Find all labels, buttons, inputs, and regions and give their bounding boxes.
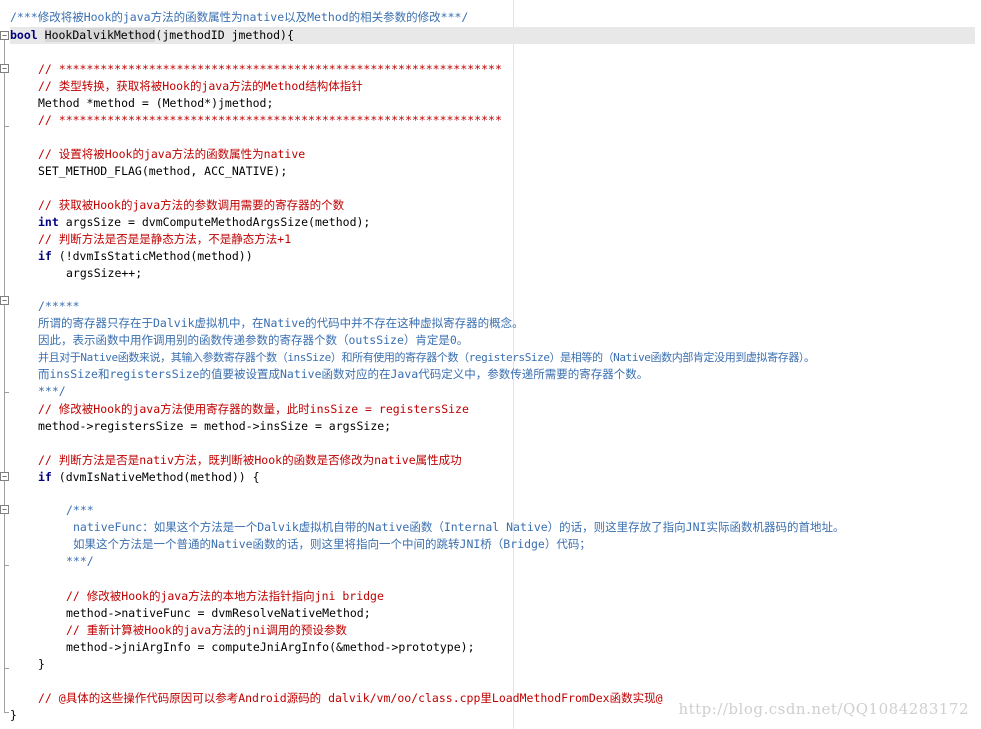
code-line[interactable]: // @具体的这些操作代码原因可以参考Android源码的 dalvik/vm/… (38, 690, 663, 707)
block-comment: /***** (38, 299, 80, 313)
fold-end-marker (4, 565, 9, 566)
block-comment: 因此，表示函数中用作调用别的函数传递参数的寄存器个数（outsSize）肯定是0… (38, 333, 469, 347)
fold-end-marker (4, 392, 9, 393)
code-line[interactable]: // *************************************… (38, 61, 502, 78)
code-line[interactable]: Method *method = (Method*)jmethod; (38, 95, 273, 112)
code-text: } (38, 657, 45, 671)
code-line[interactable]: SET_METHOD_FLAG(method, ACC_NATIVE); (38, 163, 287, 180)
code-line[interactable]: ***/ (38, 383, 66, 400)
code-text: (!dvmIsStaticMethod(method)) (51, 249, 253, 263)
fold-toggle-icon[interactable]: − (0, 31, 9, 40)
code-text: SET_METHOD_FLAG(method, ACC_NATIVE); (38, 164, 288, 178)
comment: // 修改被Hook的java方法的本地方法指针指向jni bridge (66, 589, 384, 603)
code-line[interactable]: int argsSize = dvmComputeMethodArgsSize(… (38, 214, 370, 231)
fold-end-marker (4, 126, 9, 127)
comment: // 重新计算被Hook的java方法的jni调用的预设参数 (66, 623, 347, 637)
comment: // *************************************… (38, 62, 502, 76)
code-line[interactable]: if (dvmIsNativeMethod(method)) { (38, 469, 260, 486)
keyword: bool (10, 28, 38, 42)
code-editor[interactable]: − − − − − /***修改将被Hook的java方法的函数属性为nativ… (0, 0, 981, 729)
code-line[interactable]: 并且对于Native函数来说，其输入参数寄存器个数（insSize）和所有使用的… (38, 349, 815, 366)
fold-guide-line (4, 36, 5, 712)
code-text: (jmethodID jmethod){ (155, 28, 294, 42)
code-text: } (10, 708, 17, 722)
comment: // 设置将被Hook的java方法的函数属性为native (38, 147, 306, 161)
fold-toggle-icon[interactable]: − (0, 472, 9, 481)
header-comment: /***修改将被Hook的java方法的函数属性为native以及Method的… (10, 10, 469, 24)
comment: // @具体的这些操作代码原因可以参考Android源码的 dalvik/vm/… (38, 691, 663, 705)
comment: // 获取被Hook的java方法的参数调用需要的寄存器的个数 (38, 198, 345, 212)
keyword: int (38, 215, 59, 229)
code-line[interactable]: } (38, 656, 45, 673)
code-line[interactable]: /*** (66, 502, 94, 519)
block-comment: 而insSize和registersSize的值要被设置成Native函数对应的… (38, 367, 649, 381)
watermark: http://blog.csdn.net/QQ1084283172 (678, 700, 969, 718)
code-line-current[interactable]: bool HookDalvikMethod(jmethodID jmethod)… (10, 27, 975, 44)
code-line[interactable]: // 修改被Hook的java方法使用寄存器的数量，此时insSize = re… (38, 401, 469, 418)
block-comment: /*** (66, 503, 94, 517)
comment: // 判断方法是否是nativ方法，既判断被Hook的函数是否修改为native… (38, 453, 462, 467)
comment: // *************************************… (38, 113, 502, 127)
code-line[interactable]: // 获取被Hook的java方法的参数调用需要的寄存器的个数 (38, 197, 344, 214)
block-comment: 如果这个方法是一个普通的Native函数的话，则这里将指向一个中间的跳转JNI桥… (73, 537, 591, 551)
block-comment: 所谓的寄存器只存在于Dalvik虚拟机中，在Native的代码中并不存在这种虚拟… (38, 316, 524, 330)
code-line[interactable]: // 重新计算被Hook的java方法的jni调用的预设参数 (66, 622, 347, 639)
code-line[interactable]: method->registersSize = method->insSize … (38, 418, 391, 435)
code-line[interactable]: ***/ (66, 553, 94, 570)
block-comment: ***/ (66, 554, 94, 568)
fold-end-marker (4, 712, 9, 713)
code-text: argsSize++; (66, 266, 143, 280)
code-line[interactable]: 而insSize和registersSize的值要被设置成Native函数对应的… (38, 366, 648, 383)
block-comment: nativeFunc：如果这个方法是一个Dalvik虚拟机自带的Native函数… (73, 520, 845, 534)
function-name: HookDalvikMethod (44, 28, 156, 42)
comment: // 判断方法是否是是静态方法，不是静态方法+1 (38, 232, 292, 246)
code-line[interactable]: // 判断方法是否是nativ方法，既判断被Hook的函数是否修改为native… (38, 452, 462, 469)
comment: // 修改被Hook的java方法使用寄存器的数量，此时insSize = re… (38, 402, 469, 416)
code-line[interactable]: argsSize++; (66, 265, 142, 282)
code-line[interactable]: // *************************************… (38, 112, 502, 129)
code-line[interactable]: if (!dvmIsStaticMethod(method)) (38, 248, 253, 265)
code-line[interactable]: // 设置将被Hook的java方法的函数属性为native (38, 146, 305, 163)
code-line[interactable]: nativeFunc：如果这个方法是一个Dalvik虚拟机自带的Native函数… (73, 519, 844, 536)
block-comment: ***/ (38, 384, 66, 398)
code-text: argsSize = dvmComputeMethodArgsSize(meth… (58, 215, 371, 229)
fold-toggle-icon[interactable]: − (0, 296, 9, 305)
code-line[interactable]: /***** (38, 298, 80, 315)
code-text: method->registersSize = method->insSize … (38, 419, 392, 433)
comment: // 类型转换，获取将被Hook的java方法的Method结构体指针 (38, 79, 363, 93)
code-line[interactable]: } (10, 707, 17, 724)
block-comment: 并且对于Native函数来说，其输入参数寄存器个数（insSize）和所有使用的… (38, 351, 815, 364)
code-line[interactable]: 如果这个方法是一个普通的Native函数的话，则这里将指向一个中间的跳转JNI桥… (73, 536, 591, 553)
code-line[interactable]: // 修改被Hook的java方法的本地方法指针指向jni bridge (66, 588, 384, 605)
code-line[interactable]: method->jniArgInfo = computeJniArgInfo(&… (66, 639, 475, 656)
keyword: if (38, 470, 52, 484)
code-line[interactable]: 所谓的寄存器只存在于Dalvik虚拟机中，在Native的代码中并不存在这种虚拟… (38, 315, 524, 332)
code-line[interactable]: 因此，表示函数中用作调用别的函数传递参数的寄存器个数（outsSize）肯定是0… (38, 332, 468, 349)
code-line[interactable]: // 判断方法是否是是静态方法，不是静态方法+1 (38, 231, 291, 248)
code-text: (dvmIsNativeMethod(method)) { (51, 470, 260, 484)
code-line[interactable]: // 类型转换，获取将被Hook的java方法的Method结构体指针 (38, 78, 363, 95)
code-text: method->jniArgInfo = computeJniArgInfo(&… (66, 640, 475, 654)
fold-toggle-icon[interactable]: − (0, 64, 9, 73)
fold-toggle-icon[interactable]: − (0, 505, 9, 514)
code-line[interactable]: method->nativeFunc = dvmResolveNativeMet… (66, 605, 371, 622)
keyword: if (38, 249, 52, 263)
fold-end-marker (4, 668, 9, 669)
code-line[interactable]: /***修改将被Hook的java方法的函数属性为native以及Method的… (10, 9, 468, 26)
code-text: method->nativeFunc = dvmResolveNativeMet… (66, 606, 371, 620)
code-text: Method *method = (Method*)jmethod; (38, 96, 274, 110)
